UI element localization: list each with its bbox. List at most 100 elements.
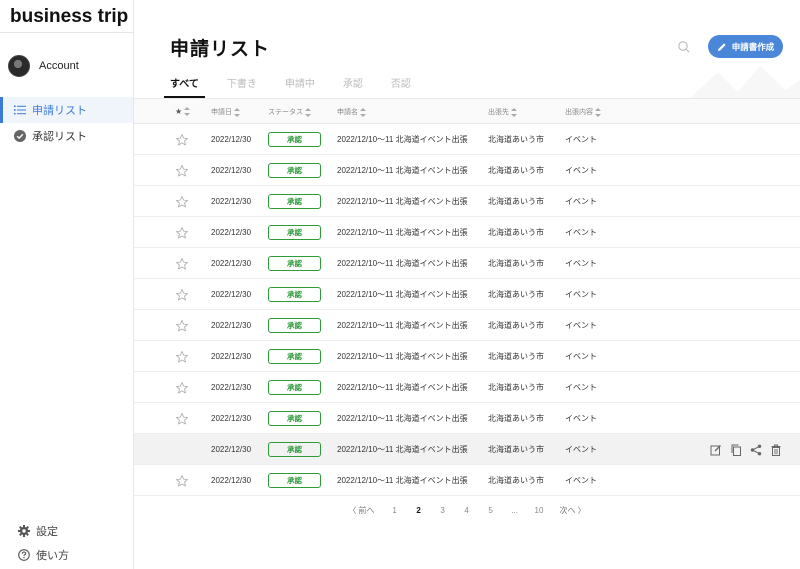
column-header-favorite[interactable]: ★ xyxy=(175,107,191,116)
favorite-star-icon[interactable] xyxy=(175,465,189,496)
cell-date: 2022/12/30 xyxy=(211,135,252,144)
status-badge: 承認 xyxy=(268,473,321,488)
favorite-star-icon[interactable] xyxy=(175,217,189,248)
tab-pending[interactable]: 申請中 xyxy=(285,74,315,98)
cell-content: イベント xyxy=(565,228,597,237)
page-number-button[interactable]: 3 xyxy=(439,506,447,515)
pencil-icon xyxy=(717,42,726,51)
cell-date: 2022/12/30 xyxy=(211,414,252,423)
favorite-star-icon[interactable] xyxy=(175,341,189,372)
column-header-status[interactable]: ステータス xyxy=(268,107,311,117)
cell-application-name[interactable]: 2022/12/10〜11 北海道イベント出張 xyxy=(337,279,468,310)
cell-content: イベント xyxy=(565,321,597,330)
star-filled-icon: ★ xyxy=(175,107,183,116)
cell-content: イベント xyxy=(565,197,597,206)
brand-logo: business trip xyxy=(0,0,133,33)
status-badge: 承認 xyxy=(268,256,321,271)
column-header-destination[interactable]: 出張先 xyxy=(488,107,517,117)
favorite-star-icon[interactable] xyxy=(175,155,189,186)
row-actions xyxy=(710,434,782,465)
page-number-button[interactable]: 4 xyxy=(463,506,471,515)
table-row[interactable]: 2022/12/30 承認 2022/12/10〜11 北海道イベント出張 北海道あい… xyxy=(134,186,800,217)
cell-destination: 北海道あいう市 xyxy=(488,352,544,361)
cell-content: イベント xyxy=(565,445,597,454)
cell-content: イベント xyxy=(565,383,597,392)
cell-destination: 北海道あいう市 xyxy=(488,445,544,454)
sidebar-item-label: 申請リスト xyxy=(32,105,87,117)
table-row[interactable]: 2022/12/30 承認 2022/12/10〜11 北海道イベント出張 北海道あい… xyxy=(134,217,800,248)
table-row[interactable]: 2022/12/30 承認 2022/12/10〜11 北海道イベント出張 北海道あい… xyxy=(134,279,800,310)
status-badge: 承認 xyxy=(268,349,321,364)
page-number-button[interactable]: 10 xyxy=(535,506,544,515)
sidebar: business trip Account 申請リスト 承認リスト 設定 使い方 xyxy=(0,0,134,569)
copy-icon[interactable] xyxy=(730,444,742,456)
cell-destination: 北海道あいう市 xyxy=(488,476,544,485)
table-row[interactable]: 2022/12/30 承認 2022/12/10〜11 北海道イベント出張 北海道あい… xyxy=(134,434,800,465)
next-page-button[interactable]: 次へ 〉 xyxy=(559,505,585,516)
cell-application-name[interactable]: 2022/12/10〜11 北海道イベント出張 xyxy=(337,434,468,465)
check-circle-icon xyxy=(14,130,26,142)
share-icon[interactable] xyxy=(750,444,762,456)
page-number-button[interactable]: 2 xyxy=(415,506,423,515)
table-row[interactable]: 2022/12/30 承認 2022/12/10〜11 北海道イベント出張 北海道あい… xyxy=(134,372,800,403)
table-header: ★ 申請日 ステータス 申請名 出張先 出張内容 xyxy=(134,98,800,124)
column-header-label: 申請日 xyxy=(211,109,232,116)
sidebar-item-application-list[interactable]: 申請リスト xyxy=(0,97,133,123)
table-row[interactable]: 2022/12/30 承認 2022/12/10〜11 北海道イベント出張 北海道あい… xyxy=(134,124,800,155)
cell-application-name[interactable]: 2022/12/10〜11 北海道イベント出張 xyxy=(337,124,468,155)
cell-application-name[interactable]: 2022/12/10〜11 北海道イベント出張 xyxy=(337,248,468,279)
tab-rejected[interactable]: 否認 xyxy=(391,74,411,98)
cell-application-name[interactable]: 2022/12/10〜11 北海道イベント出張 xyxy=(337,310,468,341)
table-row[interactable]: 2022/12/30 承認 2022/12/10〜11 北海道イベント出張 北海道あい… xyxy=(134,248,800,279)
cell-application-name[interactable]: 2022/12/10〜11 北海道イベント出張 xyxy=(337,465,468,496)
tab-all[interactable]: すべて xyxy=(164,74,205,98)
sidebar-item-help[interactable]: 使い方 xyxy=(0,543,133,567)
page-number-button[interactable]: 5 xyxy=(487,506,495,515)
cell-status: 承認 xyxy=(268,403,321,434)
table-row[interactable]: 2022/12/30 承認 2022/12/10〜11 北海道イベント出張 北海道あい… xyxy=(134,465,800,496)
cell-content: イベント xyxy=(565,476,597,485)
favorite-star-icon[interactable] xyxy=(175,403,189,434)
cell-application-name[interactable]: 2022/12/10〜11 北海道イベント出張 xyxy=(337,155,468,186)
account-menu[interactable]: Account xyxy=(0,41,133,91)
table-body: 2022/12/30 承認 2022/12/10〜11 北海道イベント出張 北海道あい… xyxy=(134,124,800,496)
favorite-star-icon[interactable] xyxy=(175,279,189,310)
cell-application-name[interactable]: 2022/12/10〜11 北海道イベント出張 xyxy=(337,403,468,434)
cell-application-name[interactable]: 2022/12/10〜11 北海道イベント出張 xyxy=(337,372,468,403)
cell-application-name[interactable]: 2022/12/10〜11 北海道イベント出張 xyxy=(337,217,468,248)
page-number-button[interactable]: 1 xyxy=(391,506,399,515)
table-row[interactable]: 2022/12/30 承認 2022/12/10〜11 北海道イベント出張 北海道あい… xyxy=(134,155,800,186)
status-badge: 承認 xyxy=(268,411,321,426)
column-header-content[interactable]: 出張内容 xyxy=(565,107,601,117)
column-header-name[interactable]: 申請名 xyxy=(337,107,366,117)
favorite-star-icon[interactable] xyxy=(175,310,189,341)
sidebar-item-approval-list[interactable]: 承認リスト xyxy=(0,123,133,149)
sidebar-item-settings[interactable]: 設定 xyxy=(0,519,133,543)
mountain-decoration xyxy=(690,66,800,98)
cell-status: 承認 xyxy=(268,372,321,403)
column-header-date[interactable]: 申請日 xyxy=(211,107,240,117)
tab-draft[interactable]: 下書き xyxy=(227,74,257,98)
status-badge: 承認 xyxy=(268,380,321,395)
status-badge: 承認 xyxy=(268,194,321,209)
sort-icon xyxy=(184,107,191,116)
tab-approved[interactable]: 承認 xyxy=(343,74,363,98)
cell-application-name[interactable]: 2022/12/10〜11 北海道イベント出張 xyxy=(337,186,468,217)
edit-icon[interactable] xyxy=(710,444,722,456)
prev-page-button[interactable]: 〈 前へ xyxy=(348,505,374,516)
favorite-star-icon[interactable] xyxy=(175,186,189,217)
status-badge: 承認 xyxy=(268,287,321,302)
table-row[interactable]: 2022/12/30 承認 2022/12/10〜11 北海道イベント出張 北海道あい… xyxy=(134,403,800,434)
delete-icon[interactable] xyxy=(770,444,782,456)
table-row[interactable]: 2022/12/30 承認 2022/12/10〜11 北海道イベント出張 北海道あい… xyxy=(134,341,800,372)
favorite-star-icon[interactable] xyxy=(175,124,189,155)
cell-application-name[interactable]: 2022/12/10〜11 北海道イベント出張 xyxy=(337,341,468,372)
status-badge: 承認 xyxy=(268,225,321,240)
search-icon[interactable] xyxy=(677,40,691,54)
create-application-button[interactable]: 申請書作成 xyxy=(708,35,783,58)
favorite-star-icon[interactable] xyxy=(175,372,189,403)
cell-date: 2022/12/30 xyxy=(211,352,252,361)
cell-status: 承認 xyxy=(268,279,321,310)
favorite-star-icon[interactable] xyxy=(175,248,189,279)
table-row[interactable]: 2022/12/30 承認 2022/12/10〜11 北海道イベント出張 北海道あい… xyxy=(134,310,800,341)
